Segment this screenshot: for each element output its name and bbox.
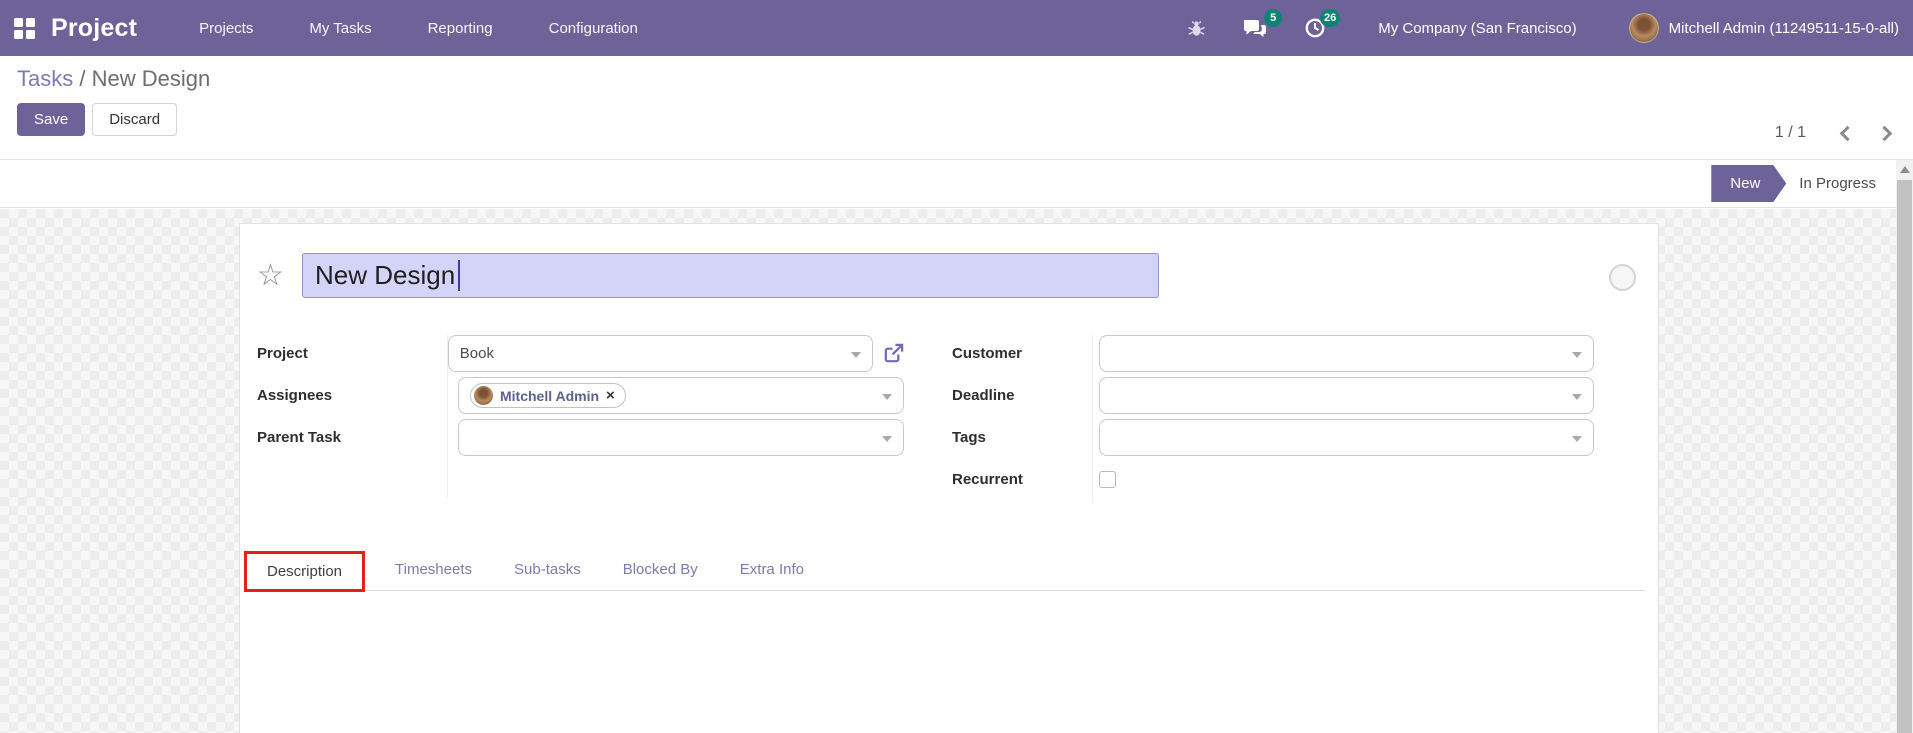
vertical-scrollbar[interactable] <box>1896 160 1913 733</box>
dropdown-caret-icon[interactable] <box>1572 352 1582 358</box>
dropdown-caret-icon[interactable] <box>851 352 861 358</box>
customer-label: Customer <box>952 345 1099 362</box>
statusbar: New In Progress <box>0 160 1913 208</box>
kanban-state-icon[interactable] <box>1609 264 1636 291</box>
menu-my-tasks[interactable]: My Tasks <box>309 20 371 37</box>
top-navbar: Project Projects My Tasks Reporting Conf… <box>0 0 1913 56</box>
scroll-up-icon[interactable] <box>1896 160 1913 179</box>
messages-icon[interactable]: 5 <box>1242 17 1268 39</box>
right-field-column: Customer Deadline Tags <box>952 335 1595 503</box>
menu-reporting[interactable]: Reporting <box>428 20 493 37</box>
assignee-avatar <box>474 386 493 405</box>
customer-input[interactable] <box>1099 335 1594 372</box>
assignee-tag[interactable]: Mitchell Admin × <box>470 383 626 408</box>
field-row-recurrent: Recurrent <box>952 461 1595 498</box>
field-row-parent-task: Parent Task <box>257 419 905 456</box>
left-field-column: Project Book Assignees Mitchell Admin <box>257 335 905 503</box>
annotation-highlight-box: Description <box>244 551 365 592</box>
stage-new[interactable]: New <box>1711 165 1786 202</box>
assignee-name: Mitchell Admin <box>500 388 599 404</box>
scrollbar-thumb[interactable] <box>1897 180 1912 733</box>
field-row-deadline: Deadline <box>952 377 1595 414</box>
assignees-label: Assignees <box>257 387 458 404</box>
messages-badge: 5 <box>1264 9 1282 27</box>
field-grid: Project Book Assignees Mitchell Admin <box>257 335 1658 503</box>
tab-blocked-by[interactable]: Blocked By <box>602 549 719 590</box>
favorite-star-icon[interactable]: ☆ <box>257 261 302 291</box>
menu-projects[interactable]: Projects <box>199 20 253 37</box>
text-cursor <box>458 260 460 291</box>
breadcrumb: Tasks / New Design <box>17 66 1913 92</box>
menu-configuration[interactable]: Configuration <box>549 20 638 37</box>
navbar-systray: 5 26 My Company (San Francisco) Mitchell… <box>1151 13 1899 43</box>
tags-input[interactable] <box>1099 419 1594 456</box>
tab-timesheets[interactable]: Timesheets <box>374 549 493 590</box>
field-row-assignees: Assignees Mitchell Admin × <box>257 377 905 414</box>
task-form-sheet: ☆ New Design Project Book <box>239 223 1659 733</box>
pager-previous-icon[interactable] <box>1840 125 1856 141</box>
breadcrumb-separator: / <box>73 66 91 91</box>
pager: 1 / 1 <box>1775 124 1890 142</box>
activities-badge: 26 <box>1320 9 1340 27</box>
tab-extra-info[interactable]: Extra Info <box>719 549 825 590</box>
description-tab-content[interactable] <box>240 591 1658 733</box>
field-row-customer: Customer <box>952 335 1595 372</box>
task-title-input[interactable]: New Design <box>302 253 1159 298</box>
pager-next-icon[interactable] <box>1877 125 1893 141</box>
breadcrumb-current: New Design <box>92 66 211 91</box>
form-buttons: Save Discard <box>17 103 1913 136</box>
title-row: ☆ New Design <box>257 253 1658 298</box>
project-value: Book <box>460 345 494 362</box>
bug-icon[interactable] <box>1187 19 1206 38</box>
control-panel: Tasks / New Design Save Discard 1 / 1 <box>0 56 1913 160</box>
task-title-value: New Design <box>315 260 455 291</box>
app-name[interactable]: Project <box>51 14 137 43</box>
user-name: Mitchell Admin (11249511-15-0-all) <box>1669 20 1899 37</box>
apps-menu-icon[interactable] <box>14 18 35 39</box>
dropdown-caret-icon[interactable] <box>1572 394 1582 400</box>
tab-sub-tasks[interactable]: Sub-tasks <box>493 549 602 590</box>
company-switcher[interactable]: My Company (San Francisco) <box>1378 20 1576 37</box>
tags-label: Tags <box>952 429 1099 446</box>
main-menu: Projects My Tasks Reporting Configuratio… <box>199 20 638 37</box>
dropdown-caret-icon[interactable] <box>1572 436 1582 442</box>
recurrent-checkbox[interactable] <box>1099 471 1116 488</box>
deadline-input[interactable] <box>1099 377 1594 414</box>
field-row-project: Project Book <box>257 335 905 372</box>
project-input[interactable]: Book <box>448 335 873 372</box>
activities-icon[interactable]: 26 <box>1304 17 1326 39</box>
dropdown-caret-icon[interactable] <box>882 436 892 442</box>
recurrent-label: Recurrent <box>952 471 1099 488</box>
user-menu[interactable]: Mitchell Admin (11249511-15-0-all) <box>1629 13 1899 43</box>
save-button[interactable]: Save <box>17 103 85 136</box>
parent-task-label: Parent Task <box>257 429 458 446</box>
form-background: ☆ New Design Project Book <box>0 209 1896 733</box>
project-label: Project <box>257 345 448 362</box>
deadline-label: Deadline <box>952 387 1099 404</box>
remove-tag-icon[interactable]: × <box>606 388 615 403</box>
assignees-input[interactable]: Mitchell Admin × <box>458 377 904 414</box>
notebook-tabs: Description Timesheets Sub-tasks Blocked… <box>253 549 1645 591</box>
field-row-tags: Tags <box>952 419 1595 456</box>
tab-description[interactable]: Description <box>247 554 362 589</box>
breadcrumb-tasks-link[interactable]: Tasks <box>17 66 73 91</box>
external-link-icon[interactable] <box>882 342 905 365</box>
user-avatar <box>1629 13 1659 43</box>
stage-in-progress[interactable]: In Progress <box>1799 175 1876 192</box>
parent-task-input[interactable] <box>458 419 904 456</box>
pager-value[interactable]: 1 / 1 <box>1775 124 1806 142</box>
dropdown-caret-icon[interactable] <box>882 394 892 400</box>
discard-button[interactable]: Discard <box>92 103 177 136</box>
